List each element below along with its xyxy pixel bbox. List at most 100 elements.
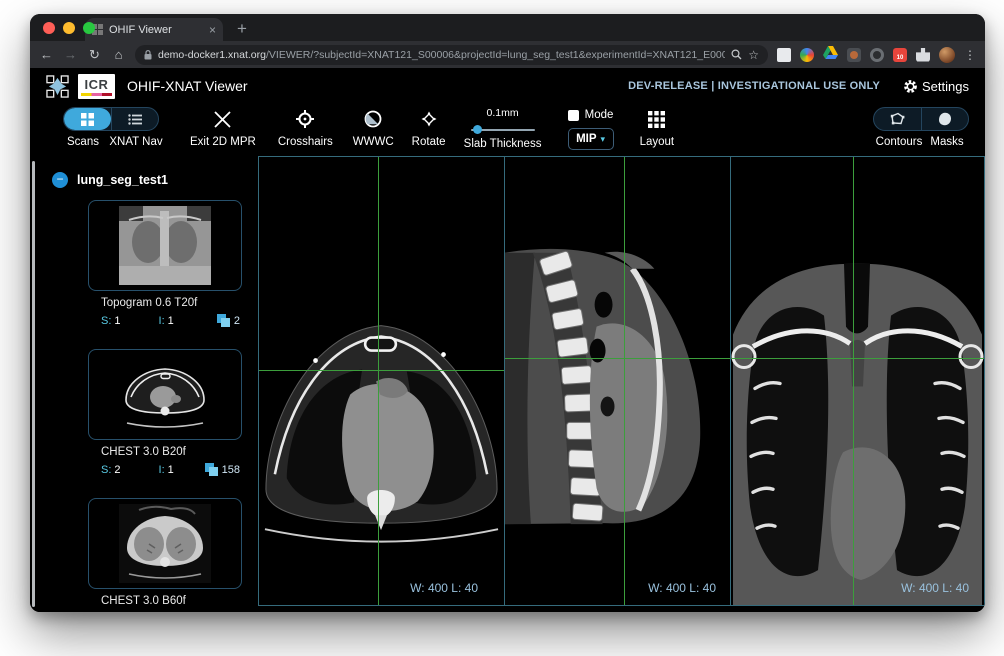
contour-polygon-icon: [890, 112, 905, 126]
zoom-window-button[interactable]: [83, 22, 95, 34]
browser-toolbar: ← → ↻ ⌂ demo-docker1.xnat.org/VIEWER/?su…: [30, 41, 985, 68]
profile-avatar[interactable]: [939, 47, 955, 63]
window-level-overlay: W: 400 L: 40: [901, 581, 969, 595]
crosshairs-label: Crosshairs: [278, 136, 333, 148]
series-thumbnail-card[interactable]: [88, 200, 242, 291]
series-item-topogram[interactable]: Topogram 0.6 T20f S:1 I:1 2: [88, 200, 242, 327]
exit-2d-mpr-button[interactable]: Exit 2D MPR: [190, 107, 256, 148]
series-i-label: I:: [159, 315, 165, 327]
crosshair-horizontal-line[interactable]: [731, 358, 984, 359]
extension-doc-icon[interactable]: [777, 48, 791, 62]
crosshairs-icon: [296, 110, 314, 128]
close-window-button[interactable]: [43, 22, 55, 34]
app-title: OHIF-XNAT Viewer: [127, 78, 248, 94]
rotate-label: Rotate: [412, 136, 446, 148]
tab-close-icon[interactable]: ×: [209, 24, 216, 36]
zoom-page-icon[interactable]: [731, 49, 742, 60]
viewer-toolbar: Scans XNAT Nav Exit 2D MPR Crosshairs: [30, 104, 985, 156]
new-tab-button[interactable]: +: [237, 21, 247, 37]
viewport-sagittal[interactable]: W: 400 L: 40: [505, 157, 731, 605]
x-icon: [214, 111, 231, 128]
series-meta: S:2 I:1 158: [101, 463, 242, 476]
series-s-label: S:: [101, 464, 111, 476]
masks-button[interactable]: [921, 108, 968, 130]
extension-drive-icon[interactable]: [823, 46, 838, 64]
slab-thickness-control: 0.1mm Slab Thickness: [460, 107, 546, 150]
sagittal-ct-image: [505, 157, 730, 605]
extensions-puzzle-icon[interactable]: [916, 48, 930, 62]
icr-logo: ICR: [78, 74, 115, 99]
bookmark-star-icon[interactable]: ☆: [748, 48, 759, 62]
viewer-header: ICR OHIF-XNAT Viewer DEV-RELEASE | INVES…: [30, 68, 985, 104]
crosshair-vertical-line[interactable]: [378, 157, 379, 605]
extension-color-wheel-icon[interactable]: [800, 48, 814, 62]
wwwc-label: WWWC: [353, 136, 394, 148]
crosshair-vertical-line[interactable]: [853, 157, 854, 605]
slider-thumb[interactable]: [473, 125, 482, 134]
segmentation-toggle-group: Contours Masks: [871, 107, 971, 148]
tab-title: OHIF Viewer: [109, 24, 203, 36]
crosshair-horizontal-line[interactable]: [259, 370, 504, 371]
url-text: demo-docker1.xnat.org/VIEWER/?subjectId=…: [158, 49, 725, 61]
reload-icon[interactable]: ↻: [87, 47, 102, 63]
crosshairs-button[interactable]: Crosshairs: [278, 107, 333, 148]
viewport-coronal[interactable]: W: 400 L: 40: [731, 157, 985, 605]
series-i-value: 1: [168, 315, 174, 327]
scans-panel: − lung_seg_test1: [30, 156, 258, 612]
browser-tab[interactable]: OHIF Viewer ×: [85, 18, 223, 41]
url-path: /VIEWER/?subjectId=XNAT121_S00006&projec…: [266, 49, 725, 61]
mask-blob-icon: [938, 112, 952, 126]
series-meta: S:1 I:1 2: [101, 314, 242, 327]
icr-logo-text: ICR: [85, 77, 109, 92]
lock-icon: [144, 50, 152, 60]
instances-icon: [217, 314, 231, 327]
series-item-chest-b60f[interactable]: CHEST 3.0 B60f: [88, 498, 242, 607]
mip-dropdown[interactable]: MIP ▾: [568, 128, 614, 150]
mip-mode-control: Mode MIP ▾: [558, 107, 624, 150]
back-icon[interactable]: ←: [39, 47, 54, 62]
collapse-study-icon[interactable]: −: [52, 172, 68, 188]
viewport-grid: W: 400 L: 40: [258, 156, 985, 606]
mode-checkbox[interactable]: [568, 110, 579, 121]
series-name: Topogram 0.6 T20f: [101, 297, 242, 309]
extension-badge-icon[interactable]: 10: [893, 48, 907, 62]
axial-ct-image: [259, 157, 504, 605]
minimize-window-button[interactable]: [63, 22, 75, 34]
instance-count: 2: [234, 315, 240, 327]
wwwc-button[interactable]: WWWC: [353, 107, 394, 148]
address-bar[interactable]: demo-docker1.xnat.org/VIEWER/?subjectId=…: [135, 45, 768, 65]
rotate-button[interactable]: Rotate: [412, 107, 446, 148]
slab-thickness-value: 0.1mm: [487, 107, 519, 119]
extension-camera-icon[interactable]: [847, 48, 861, 62]
panel-scrollbar[interactable]: [32, 161, 35, 607]
home-icon[interactable]: ⌂: [111, 47, 126, 62]
xnat-nav-toggle-button[interactable]: [111, 108, 158, 130]
topogram-thumbnail-image: [119, 206, 211, 285]
slab-thickness-slider[interactable]: [471, 129, 535, 131]
series-name: CHEST 3.0 B20f: [101, 446, 242, 458]
wwwc-icon: [364, 110, 382, 128]
grid-icon: [81, 113, 94, 126]
settings-button[interactable]: Settings: [903, 79, 969, 94]
crosshair-vertical-line[interactable]: [624, 157, 625, 605]
series-thumbnail-card[interactable]: [88, 349, 242, 440]
series-s-label: S:: [101, 315, 111, 327]
series-i-value: 1: [168, 464, 174, 476]
series-i-label: I:: [159, 464, 165, 476]
crosshair-horizontal-line[interactable]: [505, 358, 730, 359]
viewport-axial[interactable]: W: 400 L: 40: [258, 157, 505, 605]
layout-button[interactable]: Layout: [640, 107, 675, 148]
browser-menu-icon[interactable]: ⋮: [964, 48, 976, 62]
study-header[interactable]: − lung_seg_test1: [52, 172, 258, 188]
mode-label: Mode: [585, 109, 614, 121]
viewer-content: − lung_seg_test1: [30, 156, 985, 612]
series-item-chest-b20f[interactable]: CHEST 3.0 B20f S:2 I:1 158: [88, 349, 242, 476]
contours-button[interactable]: [874, 108, 921, 130]
series-thumbnail-card[interactable]: [88, 498, 242, 589]
release-banner: DEV-RELEASE | INVESTIGATIONAL USE ONLY: [628, 80, 880, 92]
extension-lens-icon[interactable]: [870, 48, 884, 62]
ohif-xnat-viewer: ICR OHIF-XNAT Viewer DEV-RELEASE | INVES…: [30, 68, 985, 612]
scans-toggle-button[interactable]: [64, 108, 111, 130]
forward-icon[interactable]: →: [63, 47, 78, 62]
exit-2d-mpr-label: Exit 2D MPR: [190, 136, 256, 148]
